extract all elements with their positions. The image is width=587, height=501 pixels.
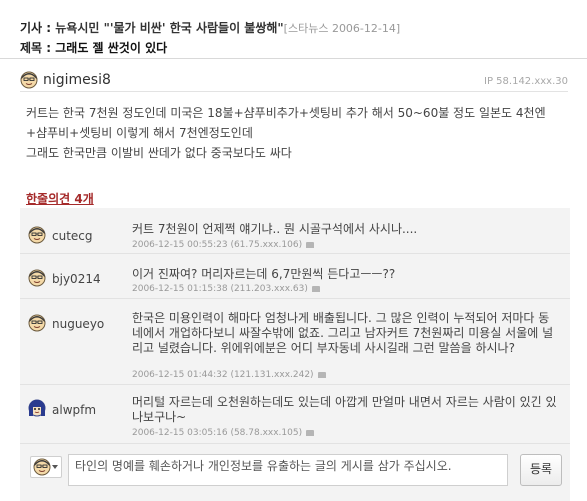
post-content-line: +샴푸비+셋팅비 이렇게 해서 7천엔정도인데 — [26, 126, 253, 140]
reply-username[interactable]: cutecg — [52, 229, 93, 243]
user-avatar-icon — [28, 226, 46, 244]
chevron-down-icon — [52, 465, 58, 469]
article-header: 기사 : 뉴욕시민 "'물가 비싼' 한국 사람들이 불쌍해"[스타뉴스 200… — [0, 0, 587, 59]
post-ip: IP 58.142.xxx.30 — [484, 76, 568, 87]
user-avatar-icon — [28, 314, 46, 332]
reply-meta: 2006-12-15 01:15:38 (211.203.xxx.63) — [132, 284, 320, 294]
reply-input[interactable]: 타인의 명예를 훼손하거나 개인정보를 유출하는 글의 게시를 삼가 주십시오. — [68, 454, 508, 486]
replies-heading[interactable]: 한줄의견 4개 — [26, 190, 94, 207]
post-content-line: 커트는 한국 7천원 정도인데 미국은 18불+샴푸비추가+셋팅비 추가 해서 … — [26, 106, 546, 120]
post-content: 커트는 한국 7천원 정도인데 미국은 18불+샴푸비추가+셋팅비 추가 해서 … — [26, 103, 574, 163]
reply-username[interactable]: alwpfm — [52, 403, 96, 417]
article-source: [스타뉴스 2006-12-14] — [283, 22, 401, 35]
article-title-link[interactable]: 뉴욕시민 "'물가 비싼' 한국 사람들이 불쌍해" — [55, 21, 283, 35]
user-avatar-icon — [28, 399, 46, 417]
reply-meta-text: 2006-12-15 03:05:16 (58.78.xxx.105) — [132, 428, 303, 438]
reply-text: 이거 진짜여? 머리자르는데 6,7만원씩 든다고ㅡㅡ?? — [132, 267, 396, 281]
user-avatar-icon — [33, 458, 51, 476]
report-icon[interactable] — [306, 241, 315, 248]
reply-item: nugueyo 한국은 미용인력이 해마다 엄청나게 배출됩니다. 그 많은 인… — [20, 299, 570, 385]
report-icon[interactable] — [306, 429, 315, 436]
reply-meta: 2006-12-15 00:55:23 (61.75.xxx.106) — [132, 240, 315, 250]
reply-username[interactable]: nugueyo — [52, 317, 104, 331]
post-content-line: 그래도 한국만큼 이발비 싼데가 없다 중국보다도 싸다 — [26, 146, 292, 160]
reply-meta: 2006-12-15 03:05:16 (58.78.xxx.105) — [132, 428, 315, 438]
post-author-row: nigimesi8 IP 58.142.xxx.30 — [20, 69, 568, 92]
reply-item: bjy0214 이거 진짜여? 머리자르는데 6,7만원씩 든다고ㅡㅡ?? 20… — [20, 254, 570, 299]
reply-item: cutecg 커트 7천원이 언제쩍 얘기냐.. 뭔 시골구석에서 사시나...… — [20, 208, 570, 254]
post-username[interactable]: nigimesi8 — [43, 72, 111, 88]
replies-panel: cutecg 커트 7천원이 언제쩍 얘기냐.. 뭔 시골구석에서 사시나...… — [20, 208, 570, 501]
submit-button[interactable]: 등록 — [520, 454, 562, 486]
user-avatar-icon — [28, 269, 46, 287]
reply-item: alwpfm 머리털 자르는데 오천원하는데도 있는데 아깝게 만얼마 내면서 … — [20, 385, 570, 444]
subject-line: 제목 : 그래도 젤 싼것이 있다 — [20, 39, 167, 56]
report-icon[interactable] — [317, 371, 326, 378]
reply-text: 머리털 자르는데 오천원하는데도 있는데 아깝게 만얼마 내면서 자르는 사람이… — [132, 395, 557, 424]
article-label: 기사 : — [20, 21, 56, 35]
reply-input-area: 타인의 명예를 훼손하거나 개인정보를 유출하는 글의 게시를 삼가 주십시오.… — [28, 454, 568, 494]
reply-meta: 2006-12-15 01:44:32 (121.131.xxx.242) — [132, 370, 326, 380]
report-icon[interactable] — [311, 285, 320, 292]
reply-meta-text: 2006-12-15 01:15:38 (211.203.xxx.63) — [132, 284, 308, 294]
reply-meta-text: 2006-12-15 01:44:32 (121.131.xxx.242) — [132, 370, 314, 380]
reply-username[interactable]: bjy0214 — [52, 272, 101, 286]
post-subject: 그래도 젤 싼것이 있다 — [55, 41, 168, 55]
reply-text: 커트 7천원이 언제쩍 얘기냐.. 뭔 시골구석에서 사시나.... — [132, 222, 418, 236]
user-avatar-icon — [20, 71, 38, 89]
emoticon-select[interactable] — [30, 456, 62, 478]
subject-label: 제목 : — [20, 41, 56, 55]
article-line: 기사 : 뉴욕시민 "'물가 비싼' 한국 사람들이 불쌍해"[스타뉴스 200… — [20, 19, 400, 36]
reply-meta-text: 2006-12-15 00:55:23 (61.75.xxx.106) — [132, 240, 303, 250]
reply-text: 한국은 미용인력이 해마다 엄청나게 배출됩니다. 그 많은 인력이 누적되어 … — [132, 311, 554, 355]
